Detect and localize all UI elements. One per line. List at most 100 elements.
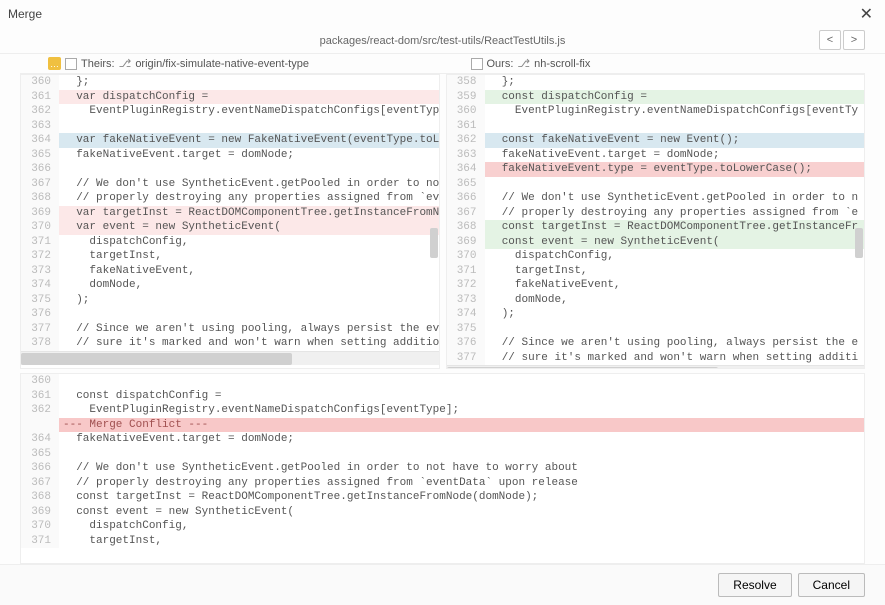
line-number: 375 bbox=[21, 293, 59, 308]
line-text: ); bbox=[59, 293, 439, 308]
code-line[interactable]: 365 bbox=[447, 177, 865, 192]
footer: Resolve Cancel bbox=[0, 564, 885, 605]
code-line[interactable]: 371 targetInst, bbox=[21, 534, 864, 549]
result-code[interactable]: 360361 const dispatchConfig =362 EventPl… bbox=[21, 374, 864, 548]
code-line[interactable]: 359 const dispatchConfig = bbox=[447, 90, 865, 105]
line-text: domNode, bbox=[59, 278, 439, 293]
line-number: 377 bbox=[21, 322, 59, 337]
code-line[interactable]: 360 EventPluginRegistry.eventNameDispatc… bbox=[447, 104, 865, 119]
code-line[interactable]: 368 const targetInst = ReactDOMComponent… bbox=[447, 220, 865, 235]
line-text: fakeNativeEvent.target = domNode; bbox=[485, 148, 865, 163]
next-diff-button[interactable]: > bbox=[843, 30, 865, 50]
code-line[interactable]: 371 dispatchConfig, bbox=[21, 235, 439, 250]
result-pane[interactable]: 360361 const dispatchConfig =362 EventPl… bbox=[20, 373, 865, 564]
code-line[interactable]: 375 bbox=[447, 322, 865, 337]
code-line[interactable]: 363 fakeNativeEvent.target = domNode; bbox=[447, 148, 865, 163]
line-text: // Since we aren't using pooling, always… bbox=[59, 322, 439, 337]
code-line[interactable]: 364 var fakeNativeEvent = new FakeNative… bbox=[21, 133, 439, 148]
line-text: // properly destroying any properties as… bbox=[485, 206, 865, 221]
v-scrollbar[interactable] bbox=[854, 75, 864, 354]
code-line[interactable]: 360 }; bbox=[21, 75, 439, 90]
theirs-code[interactable]: 360 };361 var dispatchConfig =362 EventP… bbox=[21, 75, 439, 351]
theirs-checkbox[interactable] bbox=[65, 58, 77, 70]
line-text bbox=[59, 307, 439, 322]
line-number: 366 bbox=[447, 191, 485, 206]
code-line[interactable]: 367 // properly destroying any propertie… bbox=[21, 476, 864, 491]
code-line[interactable]: 373 domNode, bbox=[447, 293, 865, 308]
code-line[interactable]: 372 targetInst, bbox=[21, 249, 439, 264]
code-line[interactable]: 362 EventPluginRegistry.eventNameDispatc… bbox=[21, 104, 439, 119]
line-number: 364 bbox=[21, 133, 59, 148]
code-line[interactable]: 370 var event = new SyntheticEvent( bbox=[21, 220, 439, 235]
h-scrollbar[interactable] bbox=[21, 351, 439, 365]
line-text: // sure it's marked and won't warn when … bbox=[485, 351, 865, 366]
line-number: 375 bbox=[447, 322, 485, 337]
code-line[interactable]: 367 // properly destroying any propertie… bbox=[447, 206, 865, 221]
code-line[interactable]: 366 // We don't use SyntheticEvent.getPo… bbox=[21, 461, 864, 476]
code-line[interactable]: 368 const targetInst = ReactDOMComponent… bbox=[21, 490, 864, 505]
theirs-branch: origin/fix-simulate-native-event-type bbox=[135, 58, 309, 70]
code-line[interactable]: 376 bbox=[21, 307, 439, 322]
ours-pane[interactable]: 358 };359 const dispatchConfig =360 Even… bbox=[446, 74, 866, 369]
file-path: packages/react-dom/src/test-utils/ReactT… bbox=[320, 35, 566, 47]
code-line[interactable]: 364 fakeNativeEvent.type = eventType.toL… bbox=[447, 162, 865, 177]
line-text: const event = new SyntheticEvent( bbox=[485, 235, 865, 250]
code-line[interactable]: 358 }; bbox=[447, 75, 865, 90]
cancel-button[interactable]: Cancel bbox=[798, 573, 865, 597]
code-line[interactable]: 361 var dispatchConfig = bbox=[21, 90, 439, 105]
line-text: fakeNativeEvent, bbox=[485, 278, 865, 293]
close-icon[interactable]: ✕ bbox=[856, 4, 877, 24]
line-text bbox=[485, 177, 865, 192]
code-line[interactable]: 377 // Since we aren't using pooling, al… bbox=[21, 322, 439, 337]
code-line[interactable]: 365 bbox=[21, 447, 864, 462]
code-line[interactable]: 365 fakeNativeEvent.target = domNode; bbox=[21, 148, 439, 163]
code-line[interactable]: 374 domNode, bbox=[21, 278, 439, 293]
code-line[interactable]: 363 bbox=[21, 119, 439, 134]
code-line[interactable]: 377 // sure it's marked and won't warn w… bbox=[447, 351, 865, 366]
line-number: 370 bbox=[21, 519, 59, 534]
line-number: 361 bbox=[21, 90, 59, 105]
line-number: 368 bbox=[447, 220, 485, 235]
code-line[interactable]: 378 // sure it's marked and won't warn w… bbox=[21, 336, 439, 351]
code-line[interactable]: 367 // We don't use SyntheticEvent.getPo… bbox=[21, 177, 439, 192]
code-line[interactable]: 362 EventPluginRegistry.eventNameDispatc… bbox=[21, 403, 864, 418]
code-line[interactable]: 360 bbox=[21, 374, 864, 389]
code-line[interactable]: 372 fakeNativeEvent, bbox=[447, 278, 865, 293]
code-line[interactable]: 370 dispatchConfig, bbox=[21, 519, 864, 534]
code-line[interactable]: 373 fakeNativeEvent, bbox=[21, 264, 439, 279]
code-line[interactable]: 362 const fakeNativeEvent = new Event(); bbox=[447, 133, 865, 148]
v-scrollbar[interactable] bbox=[429, 75, 439, 354]
code-line[interactable]: 369 var targetInst = ReactDOMComponentTr… bbox=[21, 206, 439, 221]
line-text: targetInst, bbox=[485, 264, 865, 279]
code-line[interactable]: 371 targetInst, bbox=[447, 264, 865, 279]
line-text: var dispatchConfig = bbox=[59, 90, 439, 105]
line-text: // Since we aren't using pooling, always… bbox=[485, 336, 865, 351]
theirs-pane[interactable]: 360 };361 var dispatchConfig =362 EventP… bbox=[20, 74, 440, 369]
code-line[interactable]: 375 ); bbox=[21, 293, 439, 308]
code-line[interactable]: 369 const event = new SyntheticEvent( bbox=[21, 505, 864, 520]
code-line[interactable]: 366 // We don't use SyntheticEvent.getPo… bbox=[447, 191, 865, 206]
resolve-button[interactable]: Resolve bbox=[718, 573, 791, 597]
code-line[interactable]: 361 bbox=[447, 119, 865, 134]
collapse-icon[interactable]: … bbox=[48, 57, 61, 70]
code-line[interactable]: 376 // Since we aren't using pooling, al… bbox=[447, 336, 865, 351]
line-text: targetInst, bbox=[59, 534, 864, 549]
code-line[interactable]: 374 ); bbox=[447, 307, 865, 322]
h-scrollbar[interactable] bbox=[447, 365, 865, 369]
ours-code[interactable]: 358 };359 const dispatchConfig =360 Even… bbox=[447, 75, 865, 365]
code-line[interactable]: 364 fakeNativeEvent.target = domNode; bbox=[21, 432, 864, 447]
code-line[interactable]: 366 bbox=[21, 162, 439, 177]
ours-checkbox[interactable] bbox=[471, 58, 483, 70]
line-text: const targetInst = ReactDOMComponentTree… bbox=[59, 490, 864, 505]
code-line[interactable]: 361 const dispatchConfig = bbox=[21, 389, 864, 404]
code-line[interactable]: 368 // properly destroying any propertie… bbox=[21, 191, 439, 206]
code-line[interactable]: 369 const event = new SyntheticEvent( bbox=[447, 235, 865, 250]
prev-diff-button[interactable]: < bbox=[819, 30, 841, 50]
line-text: // We don't use SyntheticEvent.getPooled… bbox=[485, 191, 865, 206]
code-line[interactable]: 370 dispatchConfig, bbox=[447, 249, 865, 264]
line-text: fakeNativeEvent.target = domNode; bbox=[59, 432, 864, 447]
window-title: Merge bbox=[8, 7, 42, 21]
line-text bbox=[59, 119, 439, 134]
code-line[interactable]: --- Merge Conflict --- bbox=[21, 418, 864, 433]
subheader: packages/react-dom/src/test-utils/ReactT… bbox=[0, 28, 885, 54]
